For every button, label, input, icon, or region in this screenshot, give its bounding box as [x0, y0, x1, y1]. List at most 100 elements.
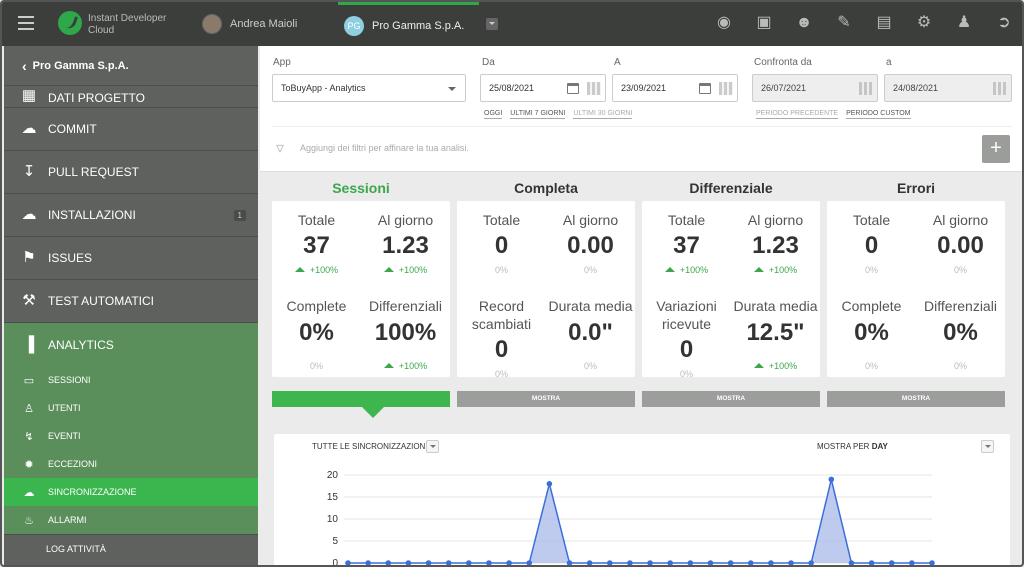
app-select[interactable]: ToBuyApp - Analytics	[272, 74, 466, 102]
card-body: Totale 0 0% Al giorno 0.00 0% Complete 0% 0% Diff…	[827, 201, 1005, 377]
periodo-precedente-link[interactable]: PERIODO PRECEDENTE	[756, 110, 839, 119]
menu-icon[interactable]	[18, 16, 34, 30]
sidebar-subitem-sessioni[interactable]: ▭ SESSIONI	[4, 366, 258, 394]
chevron-down-icon[interactable]	[486, 18, 498, 30]
metric: Complete 0% 0%	[272, 297, 361, 371]
sidebar-item-issues[interactable]: ⚑ ISSUES	[4, 237, 258, 280]
grid-icon[interactable]	[859, 82, 873, 95]
data-point	[466, 560, 472, 565]
chat-icon[interactable]: ▣	[754, 12, 774, 34]
confronta-label: Confronta da	[754, 57, 812, 68]
sidebar-subitem-allarmi[interactable]: ♨ ALLARMI	[4, 506, 258, 534]
metric-delta: 0%	[583, 361, 597, 371]
user-menu[interactable]: Andrea Maioli	[202, 14, 297, 34]
company-selector[interactable]: PG Pro Gamma S.p.A.	[338, 2, 479, 46]
metric-label: Al giorno	[747, 212, 804, 228]
compare-from-input[interactable]: 26/07/2021	[752, 74, 878, 102]
document-icon[interactable]: ▤	[874, 12, 894, 34]
data-point	[566, 560, 573, 565]
periodo-custom-link[interactable]: PERIODO CUSTOM	[846, 110, 911, 119]
y-tick-label: 10	[327, 514, 339, 525]
gear-icon[interactable]: ⚙	[914, 12, 934, 34]
metric-value: 12.5"	[746, 319, 805, 346]
grid-icon[interactable]	[587, 82, 601, 95]
sidebar-subitem-utenti[interactable]: ♙ UTENTI	[4, 394, 258, 422]
mostra-button[interactable]: MOSTRA	[642, 391, 820, 407]
cloud-network-icon: ☁	[21, 206, 37, 223]
a-label: A	[614, 57, 621, 68]
metric-label: Totale	[482, 212, 521, 228]
metric: Differenziali 0% 0%	[916, 297, 1005, 371]
avatar	[202, 14, 222, 34]
ultimi-7-link[interactable]: ULTIMI 7 GIORNI	[510, 110, 566, 119]
series-area	[348, 479, 932, 563]
analytics-group: ▐ ANALYTICS ▭ SESSIONI ♙ UTENTI ↯ EVENTI…	[4, 323, 258, 534]
data-point	[385, 560, 392, 565]
calendar-icon[interactable]	[567, 83, 579, 94]
metric-delta: 0%	[494, 265, 508, 275]
count-badge: 1	[233, 209, 246, 221]
compare-to-input[interactable]: 24/08/2021	[884, 74, 1012, 102]
date-to-input[interactable]: 23/09/2021	[612, 74, 738, 102]
ultimi-30-link[interactable]: ULTIMI 30 GIORNI	[573, 110, 633, 119]
metric-value: 37	[673, 232, 700, 259]
back-link[interactable]: ‹ Pro Gamma S.p.A.	[4, 46, 258, 86]
sidebar-subitem-eccezioni[interactable]: ✹ ECCEZIONI	[4, 450, 258, 478]
card-sessioni[interactable]: Sessioni Totale 37 +100% Al giorno 1.23 +100% C…	[272, 172, 450, 418]
sidebar-item-label: INSTALLAZIONI	[48, 208, 136, 222]
mostra-button[interactable]: MOSTRA	[457, 391, 635, 407]
metric-label: Totale	[297, 212, 336, 228]
data-point	[687, 560, 694, 565]
mostra-button[interactable]: MOSTRA	[827, 391, 1005, 407]
data-point	[647, 560, 653, 565]
feedback-icon[interactable]: ✎	[834, 12, 854, 34]
metric-delta: 0%	[864, 265, 878, 275]
logout-icon[interactable]: ➲	[994, 12, 1014, 34]
app-label: App	[273, 57, 291, 68]
data-point	[868, 560, 875, 565]
sidebar-item-installazioni[interactable]: ☁ INSTALLAZIONI 1	[4, 194, 258, 237]
card-completa[interactable]: Completa Totale 0 0% Al giorno 0.00 0% Record s…	[457, 172, 635, 407]
support-icon[interactable]: ☻	[794, 12, 814, 34]
metric-value: 0	[679, 336, 694, 363]
card-errori[interactable]: Errori Totale 0 0% Al giorno 0.00 0% Complete 0%…	[827, 172, 1005, 407]
metric-value: 0%	[854, 319, 889, 346]
metric-label: Totale	[667, 212, 706, 228]
metric-delta: 0%	[864, 361, 878, 371]
filter-placeholder[interactable]: Aggiungi dei filtri per affinare la tua …	[300, 143, 469, 153]
sidebar-subitem-eventi[interactable]: ↯ EVENTI	[4, 422, 258, 450]
divider	[272, 126, 1012, 127]
cloud-upload-icon: ☁	[21, 120, 37, 137]
metric-label: Differenziali	[369, 298, 442, 314]
logo-icon	[58, 11, 82, 35]
card-title: Errori	[896, 180, 936, 196]
metric-delta: 0%	[679, 369, 693, 379]
sidebar-item-dati-progetto[interactable]: ▦ DATI PROGETTO	[4, 86, 258, 108]
metric-label: Durata media	[733, 298, 818, 314]
oggi-link[interactable]: OGGI	[484, 110, 503, 119]
sidebar-item-commit[interactable]: ☁ COMMIT	[4, 108, 258, 151]
metric: Totale 0 0%	[827, 211, 916, 275]
grid-icon[interactable]	[719, 82, 733, 95]
grid-icon[interactable]	[993, 82, 1007, 95]
metric-delta: +100%	[642, 265, 731, 275]
admin-icon[interactable]: ♟	[954, 12, 974, 34]
sidebar-item-log-attivita[interactable]: LOG ATTIVITÀ	[4, 534, 258, 562]
calendar-icon[interactable]	[699, 83, 711, 94]
chart-panel: TUTTE LE SINCRONIZZAZIONI MOSTRA PER DAY…	[274, 434, 1010, 565]
sidebar-subitem-sincronizzazione[interactable]: ☁ SINCRONIZZAZIONE	[4, 478, 258, 506]
data-point	[405, 560, 412, 565]
data-point	[526, 560, 533, 565]
card-title: Completa	[514, 180, 578, 196]
metric-label: Complete	[841, 298, 902, 314]
bar-chart-icon: ▐	[23, 335, 35, 353]
date-from-input[interactable]: 25/08/2021	[480, 74, 606, 102]
sidebar-item-pull-request[interactable]: ↧ PULL REQUEST	[4, 151, 258, 194]
add-filter-button[interactable]: +	[982, 135, 1010, 163]
sidebar-item-analytics[interactable]: ▐ ANALYTICS	[4, 323, 258, 366]
robot-icon[interactable]: ◉	[714, 12, 734, 34]
card-differenziale[interactable]: Differenziale Totale 37 +100% Al giorno 1.23 +…	[642, 172, 820, 407]
metric-value: 37	[303, 232, 330, 259]
metric-value: 0.00	[937, 232, 984, 259]
sidebar-item-test-automatici[interactable]: ⚒ TEST AUTOMATICI	[4, 280, 258, 323]
